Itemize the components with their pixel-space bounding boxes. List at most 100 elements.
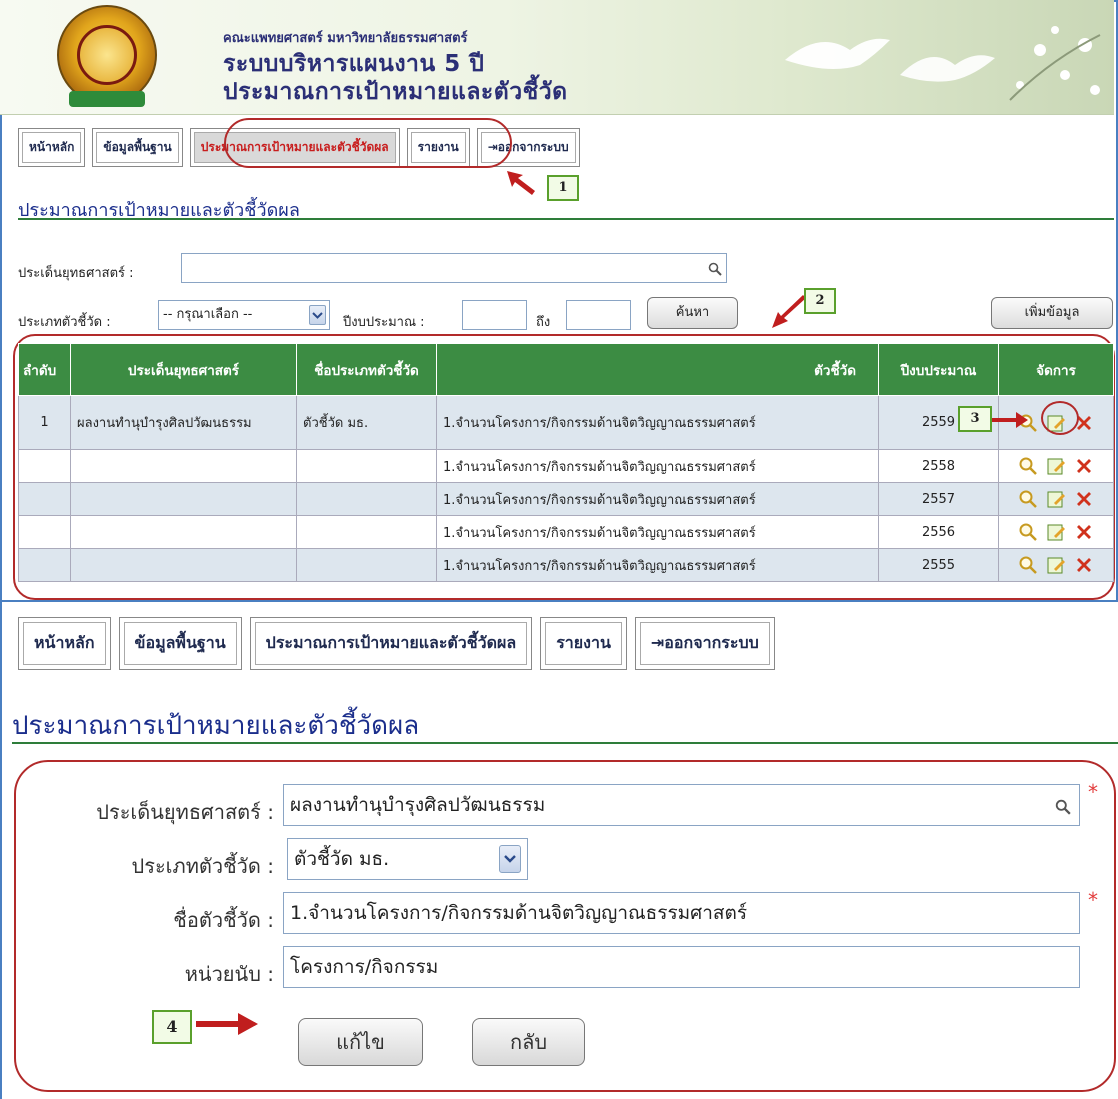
delete-icon[interactable] xyxy=(1074,489,1094,509)
type-filter-select[interactable]: -- กรุณาเลือก -- xyxy=(158,300,330,330)
type-value: ตัวชี้วัด มธ. xyxy=(294,848,390,870)
edit-icon[interactable] xyxy=(1046,555,1066,575)
indicator-name-label: ชื่อตัวชี้วัด : xyxy=(173,908,274,932)
nav-home-label: หน้าหลัก xyxy=(23,622,106,665)
delete-icon[interactable] xyxy=(1074,456,1094,476)
col-year: ปีงบประมาณ xyxy=(878,343,999,396)
row-no xyxy=(18,548,71,582)
nav-targets[interactable]: ประมาณการเป้าหมายและตัวชี้วัดผล xyxy=(249,617,533,670)
back-button[interactable]: กลับ xyxy=(472,1018,585,1066)
year-from-input[interactable] xyxy=(462,300,527,330)
row-strategy xyxy=(70,482,297,516)
row-indicator: 1.จำนวนโครงการ/กิจกรรมด้านจิตวิญญาณธรรมศ… xyxy=(436,482,879,516)
add-data-button[interactable]: เพิ่มข้อมูล xyxy=(991,297,1113,329)
callout-1: 1 xyxy=(547,175,579,201)
table-row: 1.จำนวนโครงการ/กิจกรรมด้านจิตวิญญาณธรรมศ… xyxy=(18,449,1114,483)
nav-targets-label: ประมาณการเป้าหมายและตัวชี้วัดผล xyxy=(254,622,528,665)
nav-logout[interactable]: ⇥ออกจากระบบ xyxy=(634,617,775,670)
search-button[interactable]: ค้นหา xyxy=(647,297,738,329)
university-logo xyxy=(57,5,157,107)
required-mark: * xyxy=(1088,888,1098,912)
row-indicator: 1.จำนวนโครงการ/กิจกรรมด้านจิตวิญญาณธรรมศ… xyxy=(436,449,879,483)
row-strategy xyxy=(70,515,297,549)
red-arrow-icon xyxy=(196,1013,258,1035)
row-no xyxy=(18,515,71,549)
nav-home-label: หน้าหลัก xyxy=(22,132,82,163)
system-subtitle: ประมาณการเป้าหมายและตัวชี้วัด xyxy=(223,79,568,105)
header-banner: คณะแพทยศาสตร์ มหาวิทยาลัยธรรมศาสตร์ ระบบ… xyxy=(0,0,1114,115)
row-year: 2558 xyxy=(878,449,999,483)
row-no: 1 xyxy=(18,395,71,450)
table-header-row: ลำดับ ประเด็นยุทธศาสตร์ ชื่อประเภทตัวชี้… xyxy=(18,343,1114,396)
row-no xyxy=(18,482,71,516)
view-icon[interactable] xyxy=(1018,456,1038,476)
row-year: 2555 xyxy=(878,548,999,582)
strategy-input[interactable]: ผลงานทำนุบำรุงศิลปวัฒนธรรม xyxy=(283,784,1080,826)
highlight-nav-tab xyxy=(224,118,512,168)
page-title: ประมาณการเป้าหมายและตัวชี้วัดผล xyxy=(12,711,420,741)
edit-icon[interactable] xyxy=(1046,522,1066,542)
table-row: 1 ผลงานทำนุบำรุงศิลปวัฒนธรรม ตัวชี้วัด ม… xyxy=(18,395,1114,450)
col-manage: จัดการ xyxy=(998,343,1114,396)
row-strategy xyxy=(70,449,297,483)
row-actions xyxy=(998,482,1114,516)
col-no: ลำดับ xyxy=(18,343,71,396)
chevron-down-icon[interactable] xyxy=(499,845,521,873)
year-to-input[interactable] xyxy=(566,300,631,330)
edit-icon[interactable] xyxy=(1046,489,1066,509)
nav-basic-label: ข้อมูลพื้นฐาน xyxy=(123,622,237,665)
nav-home[interactable]: หน้าหลัก xyxy=(18,617,111,670)
indicator-name-input[interactable]: 1.จำนวนโครงการ/กิจกรรมด้านจิตวิญญาณธรรมศ… xyxy=(283,892,1080,934)
callout-2: 2 xyxy=(804,288,836,314)
title-divider xyxy=(12,742,1118,744)
strategy-filter-label: ประเด็นยุทธศาสตร์ : xyxy=(18,266,134,281)
search-icon[interactable] xyxy=(708,262,722,276)
nav-basic-label: ข้อมูลพื้นฐาน xyxy=(96,132,179,163)
type-filter-label: ประเภทตัวชี้วัด : xyxy=(18,315,111,330)
row-type xyxy=(296,548,437,582)
row-strategy xyxy=(70,548,297,582)
year-to-label: ถึง xyxy=(536,315,551,330)
view-icon[interactable] xyxy=(1018,555,1038,575)
callout-3: 3 xyxy=(958,406,992,432)
row-actions xyxy=(998,548,1114,582)
strategy-filter-input[interactable] xyxy=(181,253,727,283)
row-type xyxy=(296,449,437,483)
type-select[interactable]: ตัวชี้วัด มธ. xyxy=(287,838,528,880)
row-year: 2557 xyxy=(878,482,999,516)
highlight-edit-icon xyxy=(1041,401,1079,435)
row-strategy: ผลงานทำนุบำรุงศิลปวัฒนธรรม xyxy=(70,395,297,450)
row-type xyxy=(296,482,437,516)
table-row: 1.จำนวนโครงการ/กิจกรรมด้านจิตวิญญาณธรรมศ… xyxy=(18,548,1114,582)
edit-icon[interactable] xyxy=(1046,456,1066,476)
callout-4: 4 xyxy=(152,1010,192,1044)
delete-icon[interactable] xyxy=(1074,522,1094,542)
nav-basic-data[interactable]: ข้อมูลพื้นฐาน xyxy=(92,128,183,167)
type-filter-value: -- กรุณาเลือก -- xyxy=(163,307,253,322)
row-year: 2556 xyxy=(878,515,999,549)
view-icon[interactable] xyxy=(1018,489,1038,509)
chevron-down-icon[interactable] xyxy=(309,305,326,325)
edit-submit-button[interactable]: แก้ไข xyxy=(298,1018,423,1066)
birds-decoration-icon xyxy=(785,26,1101,101)
delete-icon[interactable] xyxy=(1074,555,1094,575)
col-type: ชื่อประเภทตัวชี้วัด xyxy=(296,343,437,396)
unit-input[interactable]: โครงการ/กิจกรรม xyxy=(283,946,1080,988)
row-type: ตัวชี้วัด มธ. xyxy=(296,395,437,450)
view-icon[interactable] xyxy=(1018,522,1038,542)
row-indicator: 1.จำนวนโครงการ/กิจกรรมด้านจิตวิญญาณธรรมศ… xyxy=(436,515,879,549)
nav-basic-data[interactable]: ข้อมูลพื้นฐาน xyxy=(118,617,242,670)
nav-home[interactable]: หน้าหลัก xyxy=(18,128,86,167)
col-strategy: ประเด็นยุทธศาสตร์ xyxy=(70,343,297,396)
table-row: 1.จำนวนโครงการ/กิจกรรมด้านจิตวิญญาณธรรมศ… xyxy=(18,515,1114,549)
nav-report-label: รายงาน xyxy=(545,622,622,665)
red-arrow-icon xyxy=(992,412,1028,428)
required-mark: * xyxy=(1088,780,1098,804)
row-no xyxy=(18,449,71,483)
type-label: ประเภทตัวชี้วัด : xyxy=(131,854,275,878)
table-row: 1.จำนวนโครงการ/กิจกรรมด้านจิตวิญญาณธรรมศ… xyxy=(18,482,1114,516)
nav-report[interactable]: รายงาน xyxy=(540,617,627,670)
title-divider xyxy=(18,218,1114,220)
search-icon[interactable] xyxy=(1055,799,1071,815)
row-indicator: 1.จำนวนโครงการ/กิจกรรมด้านจิตวิญญาณธรรมศ… xyxy=(436,548,879,582)
